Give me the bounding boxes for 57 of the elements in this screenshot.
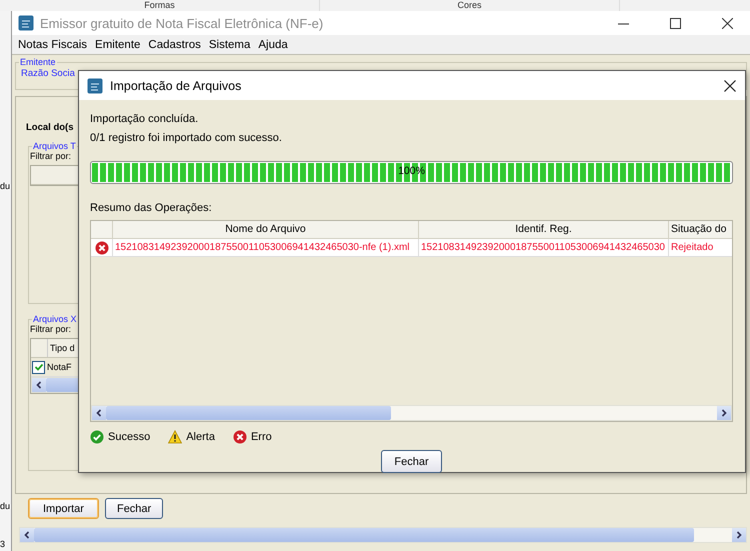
chevron-left-icon: [23, 531, 31, 539]
app-logo-icon: [18, 15, 34, 31]
chevron-right-icon: [735, 531, 743, 539]
close-button[interactable]: Fechar: [381, 450, 442, 473]
table-cell: NotaF: [47, 362, 72, 372]
app-logo-icon: [87, 78, 103, 94]
maximize-icon: [670, 18, 680, 28]
section-heading: Local do(s: [26, 122, 74, 133]
column-header: Tipo d: [49, 342, 75, 355]
import-button[interactable]: Importar: [28, 498, 99, 519]
checkbox[interactable]: [32, 360, 45, 374]
close-icon: [724, 80, 736, 92]
column-header: Situação do: [668, 221, 732, 238]
menu-item[interactable]: Sistema: [204, 38, 254, 50]
scrollbar-thumb[interactable]: [106, 406, 391, 420]
horizontal-scrollbar[interactable]: [19, 527, 747, 543]
status-message: Importação concluída.: [90, 112, 200, 127]
menu-item[interactable]: Ajuda: [254, 38, 292, 50]
dialog-title: Importação de Arquivos: [110, 78, 242, 92]
table-cell: 15210831492392000187550011053006941432465030: [418, 239, 668, 256]
scroll-left-button[interactable]: [32, 378, 46, 392]
chevron-left-icon: [35, 381, 43, 389]
scroll-left-button[interactable]: [92, 406, 106, 420]
close-icon: [722, 18, 732, 28]
field-label: Razão Socia: [20, 68, 75, 79]
section-label: Resumo das Operações:: [90, 202, 213, 214]
menu-item[interactable]: Cadastros: [144, 38, 205, 50]
group-legend: Arquivos X: [32, 314, 78, 324]
chevron-left-icon: [95, 409, 103, 417]
scroll-right-button[interactable]: [732, 528, 746, 542]
close-button[interactable]: Fechar: [104, 498, 164, 519]
column-header: Nome do Arquivo: [112, 221, 418, 238]
legend-label: Erro: [250, 431, 272, 443]
check-circle-icon: [90, 430, 104, 444]
group-legend: Emitente: [19, 57, 57, 67]
group-legend: Arquivos T: [32, 141, 77, 151]
status-message: 0/1 registro foi importado com sucesso.: [90, 131, 283, 146]
legend-label: Sucesso: [108, 431, 150, 443]
menu-item[interactable]: Emitente: [91, 38, 144, 50]
legend-label: Alerta: [186, 431, 215, 443]
table-cell: 15210831492392000187550011053006941432465030-nfe (1).xml: [112, 239, 418, 256]
menu-item[interactable]: Notas Fiscais: [14, 38, 92, 50]
background-text: 3: [0, 539, 6, 549]
background-text: du: [0, 181, 10, 191]
horizontal-scrollbar[interactable]: [91, 405, 732, 421]
error-x-icon: [232, 430, 247, 444]
scroll-right-button[interactable]: [717, 406, 731, 420]
filter-label: Filtrar por:: [30, 324, 72, 334]
scrollbar-thumb[interactable]: [34, 528, 694, 542]
scroll-left-button[interactable]: [20, 528, 34, 542]
background-text: du: [0, 501, 10, 511]
chevron-right-icon: [720, 409, 728, 417]
window-title: Emissor gratuito de Nota Fiscal Eletrônica (NF-e): [40, 16, 324, 30]
column-header: Identif. Reg.: [418, 221, 668, 238]
filter-label: Filtrar por:: [30, 151, 72, 161]
warning-triangle-icon: [168, 430, 182, 444]
table-cell: Rejeitado: [668, 239, 732, 256]
